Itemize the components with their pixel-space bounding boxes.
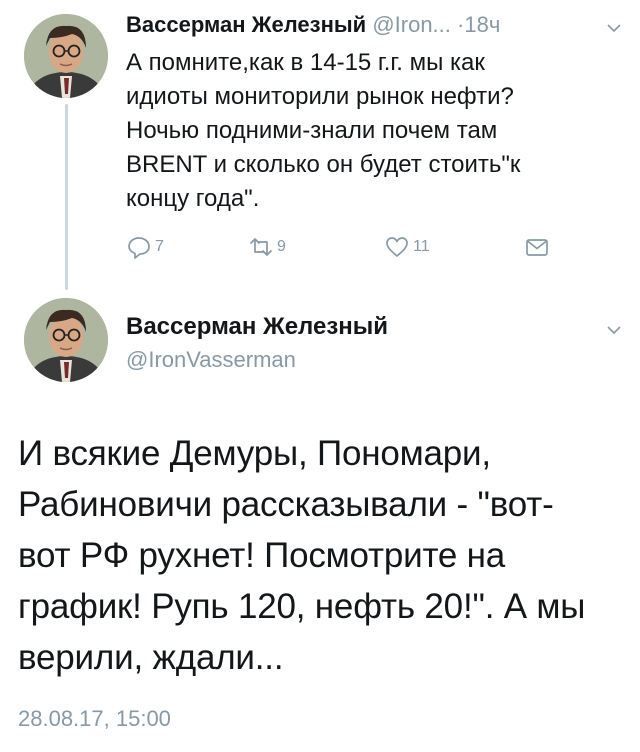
tweet2-text: И всякие Демуры, Пономари, Рабиновичи ра… <box>18 428 628 683</box>
tweet-text-line: вот РФ рухнет! Посмотрите на <box>18 536 506 575</box>
thread-connector-line <box>65 104 68 290</box>
tweet-text-line: Ночью подними-знали почем там <box>126 117 498 144</box>
chevron-down-icon[interactable] <box>606 322 622 338</box>
tweet-time[interactable]: 18ч <box>464 12 500 37</box>
direct-message-icon <box>526 239 548 256</box>
retweet-count: 9 <box>277 238 286 255</box>
author-handle[interactable]: @IronVasserman <box>126 346 296 374</box>
tweet-text-line: BRENT и сколько он будет стоить"к <box>126 151 521 178</box>
tweet-text-line: верили, ждали... <box>18 638 284 677</box>
tweet-text-line: А помните,как в 14-15 г.г. мы как <box>126 49 485 76</box>
tweet1-text: А помните,как в 14-15 г.г. мы как идиоты… <box>126 46 616 216</box>
tweet-text-line: график! Рупь 120, нефть 20!". А мы <box>18 587 586 626</box>
tweet-text-line: концу года". <box>126 185 260 212</box>
author-name[interactable]: Вассерман Железный <box>126 12 366 37</box>
tweet-text-line: идиоты мониторили рынок нефти? <box>126 83 514 110</box>
reply-button[interactable]: 7 <box>126 232 164 262</box>
like-count: 11 <box>413 238 430 255</box>
tweet-text-line: Рабиновичи рассказывали - "вот- <box>18 485 554 524</box>
avatar-image <box>24 298 108 382</box>
reply-icon <box>128 237 150 259</box>
tweet-text-line: И всякие Демуры, Пономари, <box>18 434 491 473</box>
avatar-image <box>24 14 108 98</box>
chevron-down-icon[interactable] <box>606 20 622 36</box>
avatar[interactable] <box>24 298 108 382</box>
retweet-button[interactable]: 9 <box>248 232 286 262</box>
retweet-icon <box>250 238 272 256</box>
tweet1-actions: 7 9 11 <box>126 232 556 262</box>
reply-count: 7 <box>155 238 164 255</box>
author-handle[interactable]: @Iron... <box>372 12 451 37</box>
author-name[interactable]: Вассерман Железный <box>126 312 388 342</box>
like-icon <box>386 237 408 257</box>
tweet-timestamp[interactable]: 28.08.17, 15:00 <box>18 704 171 734</box>
tweet1-header: Вассерман Железный @Iron... ·18ч <box>126 10 624 40</box>
direct-message-button[interactable] <box>524 232 550 262</box>
like-button[interactable]: 11 <box>384 232 430 262</box>
avatar[interactable] <box>24 14 108 98</box>
